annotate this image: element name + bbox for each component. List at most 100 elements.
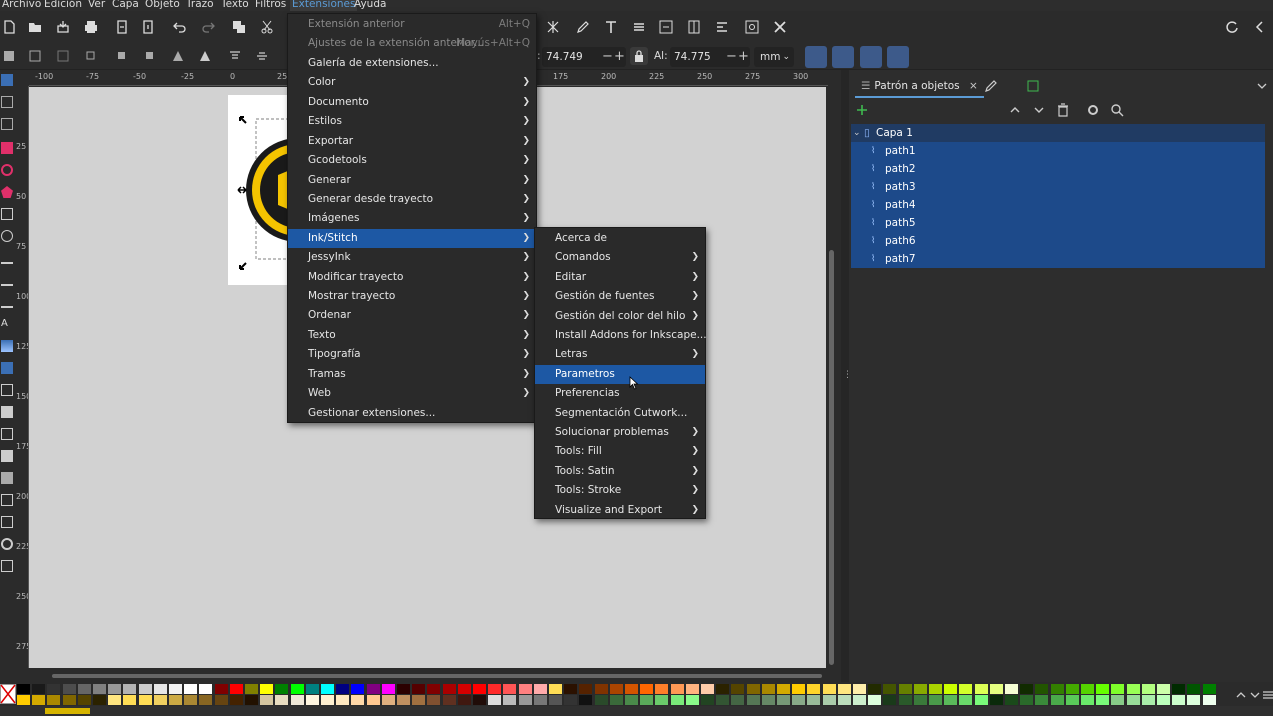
trash-icon[interactable] <box>1054 101 1072 119</box>
color-swatch[interactable] <box>457 695 471 705</box>
color-swatch[interactable] <box>108 695 122 705</box>
color-swatch[interactable] <box>1172 684 1186 694</box>
inkstitch-menu-item[interactable]: Acerca de <box>535 229 705 248</box>
color-swatch[interactable] <box>883 695 897 705</box>
color-swatch[interactable] <box>989 684 1003 694</box>
horizontal-scrollbar[interactable] <box>52 674 822 678</box>
color-swatch[interactable] <box>503 695 517 705</box>
color-swatch[interactable] <box>214 695 228 705</box>
mesh-tool-icon[interactable] <box>1 362 13 374</box>
ext-menu-item[interactable]: Ordenar ❯ <box>288 306 536 325</box>
move-down-icon[interactable] <box>1030 101 1048 119</box>
eraser-tool-icon[interactable] <box>1 472 13 484</box>
ext-menu-item[interactable]: Generar desde trayecto ❯ <box>288 190 536 209</box>
dock-resize-handle[interactable]: ⋮ <box>841 70 852 682</box>
move-up-icon[interactable] <box>1006 101 1024 119</box>
color-swatch[interactable] <box>153 684 167 694</box>
color-swatch[interactable] <box>47 695 61 705</box>
color-swatch[interactable] <box>1081 695 1094 705</box>
color-swatch[interactable] <box>32 695 46 705</box>
path-row[interactable]: ⌇ path1 <box>851 142 1265 160</box>
color-swatch[interactable] <box>412 695 426 705</box>
color-swatch[interactable] <box>1172 695 1186 705</box>
color-swatch[interactable] <box>853 684 866 694</box>
color-swatch[interactable] <box>381 684 395 694</box>
collapse-left-icon[interactable] <box>1251 18 1269 36</box>
color-swatch[interactable] <box>199 695 213 705</box>
color-swatch[interactable] <box>792 684 806 694</box>
color-swatch[interactable] <box>473 695 486 705</box>
color-swatch[interactable] <box>640 695 654 705</box>
color-swatch[interactable] <box>457 684 471 694</box>
calligraphy-tool-icon[interactable] <box>1 296 13 308</box>
tweak-tool-icon[interactable] <box>1 118 13 130</box>
rotate-cw-icon[interactable] <box>113 47 131 65</box>
lower-icon[interactable] <box>253 47 271 65</box>
ext-menu-item[interactable]: Tipografía ❯ <box>288 345 536 364</box>
color-swatch[interactable] <box>1187 695 1201 705</box>
menu-extensiones[interactable]: Extensiones <box>290 0 358 11</box>
color-swatch[interactable] <box>62 684 76 694</box>
color-swatch[interactable] <box>944 695 958 705</box>
color-swatch[interactable] <box>929 684 942 694</box>
color-swatch[interactable] <box>1202 695 1216 705</box>
inkstitch-menu-item[interactable]: Preferencias <box>535 384 705 403</box>
color-swatch[interactable] <box>1187 684 1201 694</box>
redo-icon[interactable] <box>199 18 217 36</box>
star-tool-icon[interactable] <box>1 186 13 198</box>
color-swatch[interactable] <box>1005 695 1018 705</box>
color-swatch[interactable] <box>169 684 182 694</box>
ext-menu-item[interactable]: Estilos ❯ <box>288 112 536 131</box>
import-icon[interactable] <box>113 18 131 36</box>
zoom-tool-icon[interactable] <box>1 538 13 550</box>
color-swatch[interactable] <box>381 695 395 705</box>
flip-horizontal-icon[interactable] <box>141 47 159 65</box>
color-swatch[interactable] <box>913 695 927 705</box>
fill-stroke-tab-icon[interactable] <box>982 77 1000 95</box>
color-swatch[interactable] <box>199 684 213 694</box>
color-swatch[interactable] <box>731 684 745 694</box>
node-tool-icon[interactable] <box>1 96 13 108</box>
color-swatch[interactable] <box>1050 695 1064 705</box>
tab-objects[interactable]: ☰ Patrón a objetos × <box>855 74 984 98</box>
color-swatch[interactable] <box>351 695 365 705</box>
ext-menu-item[interactable]: Web ❯ <box>288 384 536 403</box>
color-swatch[interactable] <box>1035 684 1049 694</box>
menu-ayuda[interactable]: Ayuda <box>352 0 388 11</box>
ext-menu-item[interactable]: Ink/Stitch ❯ <box>288 229 536 248</box>
xml-editor-icon[interactable] <box>544 18 562 36</box>
path-row[interactable]: ⌇ path7 <box>851 250 1265 268</box>
inkstitch-menu-item[interactable]: Letras ❯ <box>535 345 705 364</box>
raise-icon[interactable] <box>226 47 244 65</box>
menu-texto[interactable]: Texto <box>219 0 251 11</box>
add-layer-icon[interactable] <box>853 101 871 119</box>
move-patterns-button[interactable] <box>887 46 909 68</box>
print-icon[interactable] <box>82 18 100 36</box>
pencil-tool-icon[interactable] <box>1 274 13 286</box>
menu-trazo[interactable]: Trazo <box>184 0 216 11</box>
new-document-icon[interactable] <box>0 18 18 36</box>
open-folder-icon[interactable] <box>26 18 44 36</box>
color-swatch[interactable] <box>959 684 973 694</box>
color-swatch[interactable] <box>275 684 289 694</box>
color-swatch[interactable] <box>1081 684 1094 694</box>
color-swatch[interactable] <box>640 684 654 694</box>
color-swatch[interactable] <box>1005 684 1018 694</box>
color-swatch[interactable] <box>716 695 730 705</box>
inkstitch-menu-item[interactable]: Install Addons for Inkscape... <box>535 326 707 345</box>
scale-stroke-button[interactable] <box>805 46 827 68</box>
menu-objeto[interactable]: Objeto <box>143 0 182 11</box>
color-swatch[interactable] <box>807 684 821 694</box>
select-all-layers-icon[interactable] <box>26 47 44 65</box>
3d-box-tool-icon[interactable] <box>1 208 13 220</box>
fill-stroke-icon[interactable] <box>574 18 592 36</box>
path-row[interactable]: ⌇ path5 <box>851 214 1265 232</box>
color-swatch[interactable] <box>77 695 91 705</box>
color-swatch[interactable] <box>959 695 973 705</box>
color-swatch[interactable] <box>336 695 350 705</box>
color-swatch[interactable] <box>701 684 714 694</box>
color-swatch[interactable] <box>123 695 137 705</box>
no-paint-icon[interactable] <box>0 684 16 704</box>
color-swatch[interactable] <box>1096 684 1110 694</box>
height-decrement-icon[interactable]: − <box>726 47 737 67</box>
